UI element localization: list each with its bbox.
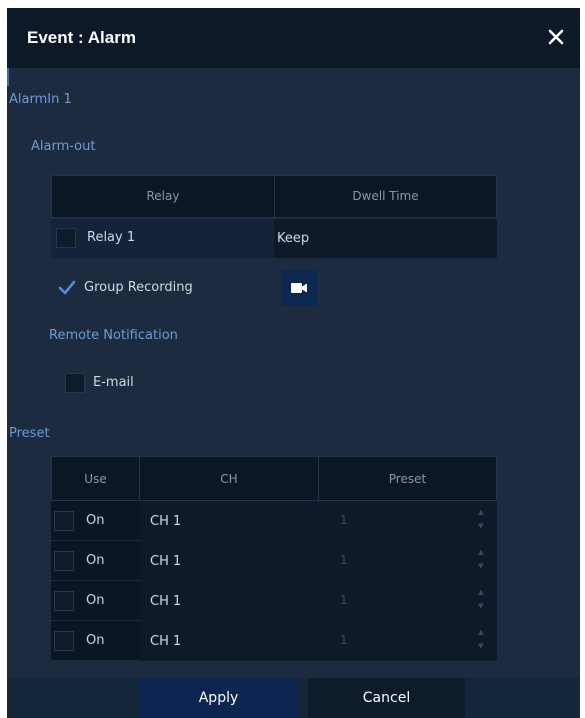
remote-notification-label: Remote Notification <box>49 328 178 343</box>
preset-use-label: On <box>86 633 105 648</box>
preset-use-checkbox[interactable] <box>54 591 74 611</box>
preset-spinner[interactable]: 1 ▲ ▼ <box>318 501 497 541</box>
dwell-time-select[interactable]: Keep <box>274 219 497 258</box>
preset-header-text: Preset <box>388 472 427 486</box>
preset-ch-select[interactable]: CH 1 <box>140 581 318 621</box>
preset-ch-select[interactable]: CH 1 <box>140 501 318 541</box>
preset-ch-value: CH 1 <box>150 634 182 649</box>
relay-table-header: Relay Dwell Time <box>51 175 497 218</box>
use-header-text: Use <box>84 472 107 486</box>
relay-1-label: Relay 1 <box>87 230 136 245</box>
table-row: On CH 1 1 ▲ ▼ <box>51 621 497 661</box>
preset-ch-value: CH 1 <box>150 594 182 609</box>
ch-column-header: CH <box>139 456 319 501</box>
relay-column-header: Relay <box>146 189 180 203</box>
preset-use-checkbox[interactable] <box>54 511 74 531</box>
group-recording-checkbox[interactable] <box>57 278 77 298</box>
alarm-out-label: Alarm-out <box>31 139 96 154</box>
apply-button[interactable]: Apply <box>140 678 297 718</box>
dialog-footer: Apply Cancel <box>7 678 580 718</box>
checkmark-icon <box>58 280 76 295</box>
title-accent <box>7 68 9 86</box>
preset-use-label: On <box>86 513 105 528</box>
preset-use-label: On <box>86 553 105 568</box>
preset-ch-select[interactable]: CH 1 <box>140 621 318 661</box>
spinner-up-icon[interactable]: ▲ <box>477 548 485 557</box>
title-bar: Event : Alarm <box>7 8 580 68</box>
email-label: E-mail <box>93 375 134 390</box>
group-recording-label: Group Recording <box>84 280 193 295</box>
dwell-time-column-header: Dwell Time <box>352 189 419 203</box>
preset-table: Use CH Preset On CH 1 1 ▲ ▼ On CH 1 1 ▲ … <box>51 456 497 661</box>
email-checkbox[interactable] <box>65 373 85 393</box>
preset-use-checkbox[interactable] <box>54 631 74 651</box>
spinner-down-icon[interactable]: ▼ <box>477 602 485 611</box>
preset-value: 1 <box>340 513 348 527</box>
preset-spinner[interactable]: 1 ▲ ▼ <box>318 541 497 581</box>
spinner-down-icon[interactable]: ▼ <box>477 522 485 531</box>
dialog-title: Event : Alarm <box>27 28 136 47</box>
table-row: On CH 1 1 ▲ ▼ <box>51 501 497 541</box>
alarm-dialog: Event : Alarm AlarmIn 1 Alarm-out Relay … <box>7 8 580 718</box>
relay-row: Relay 1 Keep <box>51 219 497 258</box>
preset-value: 1 <box>340 553 348 567</box>
preset-ch-select[interactable]: CH 1 <box>140 541 318 581</box>
preset-use-label: On <box>86 593 105 608</box>
preset-ch-value: CH 1 <box>150 514 182 529</box>
preset-label: Preset <box>9 426 50 441</box>
spinner-up-icon[interactable]: ▲ <box>477 508 485 517</box>
spinner-up-icon[interactable]: ▲ <box>477 588 485 597</box>
dwell-time-value: Keep <box>277 231 310 246</box>
use-column-header: Use <box>51 456 140 501</box>
relay-1-checkbox[interactable] <box>56 228 76 248</box>
preset-spinner[interactable]: 1 ▲ ▼ <box>318 621 497 661</box>
table-row: On CH 1 1 ▲ ▼ <box>51 541 497 581</box>
preset-value: 1 <box>340 633 348 647</box>
spinner-up-icon[interactable]: ▲ <box>477 628 485 637</box>
close-icon[interactable] <box>546 27 566 47</box>
video-camera-icon[interactable] <box>281 270 317 306</box>
cancel-button[interactable]: Cancel <box>308 678 465 718</box>
preset-ch-value: CH 1 <box>150 554 182 569</box>
alarm-in-label: AlarmIn 1 <box>9 92 72 107</box>
table-row: On CH 1 1 ▲ ▼ <box>51 581 497 621</box>
preset-spinner[interactable]: 1 ▲ ▼ <box>318 581 497 621</box>
preset-use-checkbox[interactable] <box>54 551 74 571</box>
preset-value: 1 <box>340 593 348 607</box>
spinner-down-icon[interactable]: ▼ <box>477 562 485 571</box>
spinner-down-icon[interactable]: ▼ <box>477 642 485 651</box>
ch-header-text: CH <box>220 472 238 486</box>
preset-column-header: Preset <box>318 456 497 501</box>
